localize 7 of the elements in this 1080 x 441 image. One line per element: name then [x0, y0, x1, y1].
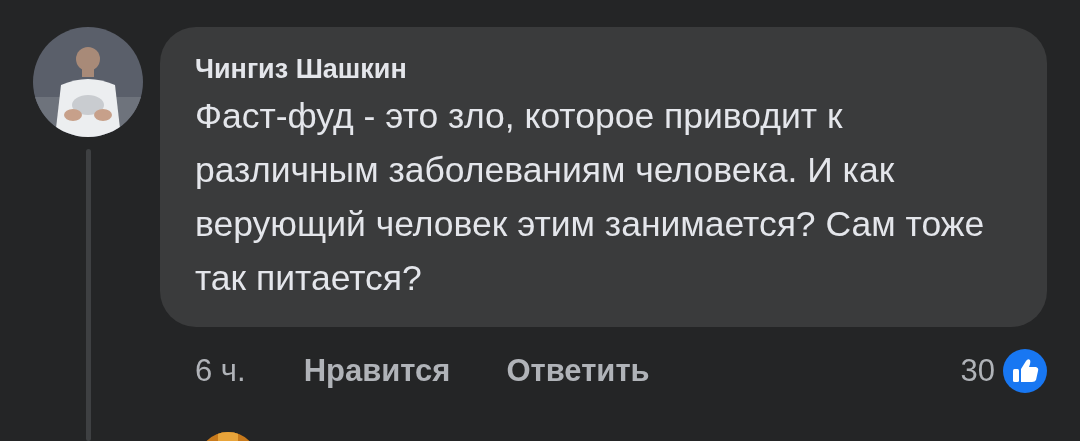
comment-time: 6 ч.	[195, 353, 246, 389]
comment-text: Фаст-фуд - это зло, которое приводит к различным заболеваниям человека. И как верующий человек этим занимается? Сам тоже так питается?	[195, 95, 986, 300]
author-name: Чингиз Шашкин	[195, 53, 408, 86]
reaction-count: 30	[960, 353, 995, 389]
thumbs-up-icon	[1003, 349, 1047, 393]
reply-link[interactable]: Ответить	[506, 353, 650, 389]
like-link[interactable]: Нравится	[303, 353, 451, 389]
